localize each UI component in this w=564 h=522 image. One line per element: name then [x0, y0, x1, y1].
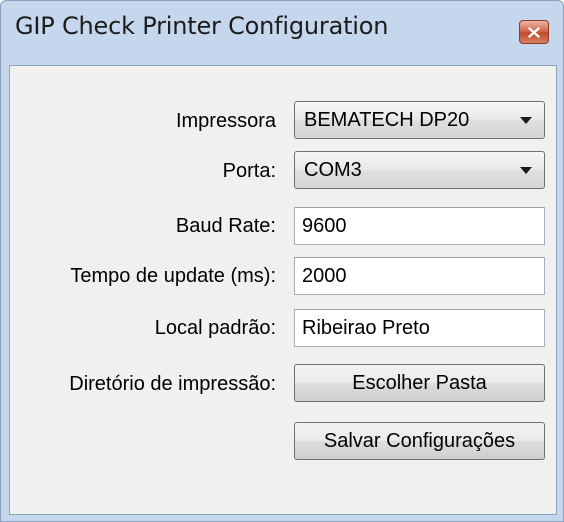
update-time-row: Tempo de update (ms):	[10, 256, 556, 296]
port-select[interactable]: COM3	[294, 151, 545, 189]
save-row: Salvar Configurações	[10, 422, 556, 462]
baud-rate-input[interactable]	[294, 207, 545, 245]
default-location-row: Local padrão:	[10, 308, 556, 348]
printer-row: Impressora BEMATECH DP20	[10, 101, 556, 141]
save-settings-button[interactable]: Salvar Configurações	[294, 422, 545, 460]
close-button[interactable]	[519, 20, 549, 44]
print-directory-row: Diretório de impressão: Escolher Pasta	[10, 364, 556, 404]
config-form: Impressora BEMATECH DP20 Porta: COM3 Bau…	[9, 65, 557, 515]
chevron-down-icon	[520, 167, 532, 174]
default-location-label: Local padrão:	[154, 317, 276, 339]
update-time-label: Tempo de update (ms):	[70, 265, 276, 287]
close-icon	[528, 26, 540, 38]
port-label: Porta:	[222, 160, 276, 182]
printer-label: Impressora	[175, 110, 276, 132]
print-directory-label: Diretório de impressão:	[69, 373, 276, 395]
choose-folder-button[interactable]: Escolher Pasta	[294, 364, 545, 402]
window-title: GIP Check Printer Configuration	[15, 12, 389, 40]
port-select-value: COM3	[304, 159, 362, 181]
baud-rate-row: Baud Rate:	[10, 206, 556, 246]
default-location-input[interactable]	[294, 309, 545, 347]
port-row: Porta: COM3	[10, 151, 556, 191]
chevron-down-icon	[520, 117, 532, 124]
printer-select-value: BEMATECH DP20	[304, 109, 470, 131]
baud-rate-label: Baud Rate:	[175, 215, 276, 237]
printer-select[interactable]: BEMATECH DP20	[294, 101, 545, 139]
title-bar[interactable]: GIP Check Printer Configuration	[1, 1, 563, 65]
update-time-input[interactable]	[294, 257, 545, 295]
config-window: GIP Check Printer Configuration Impresso…	[0, 0, 564, 522]
